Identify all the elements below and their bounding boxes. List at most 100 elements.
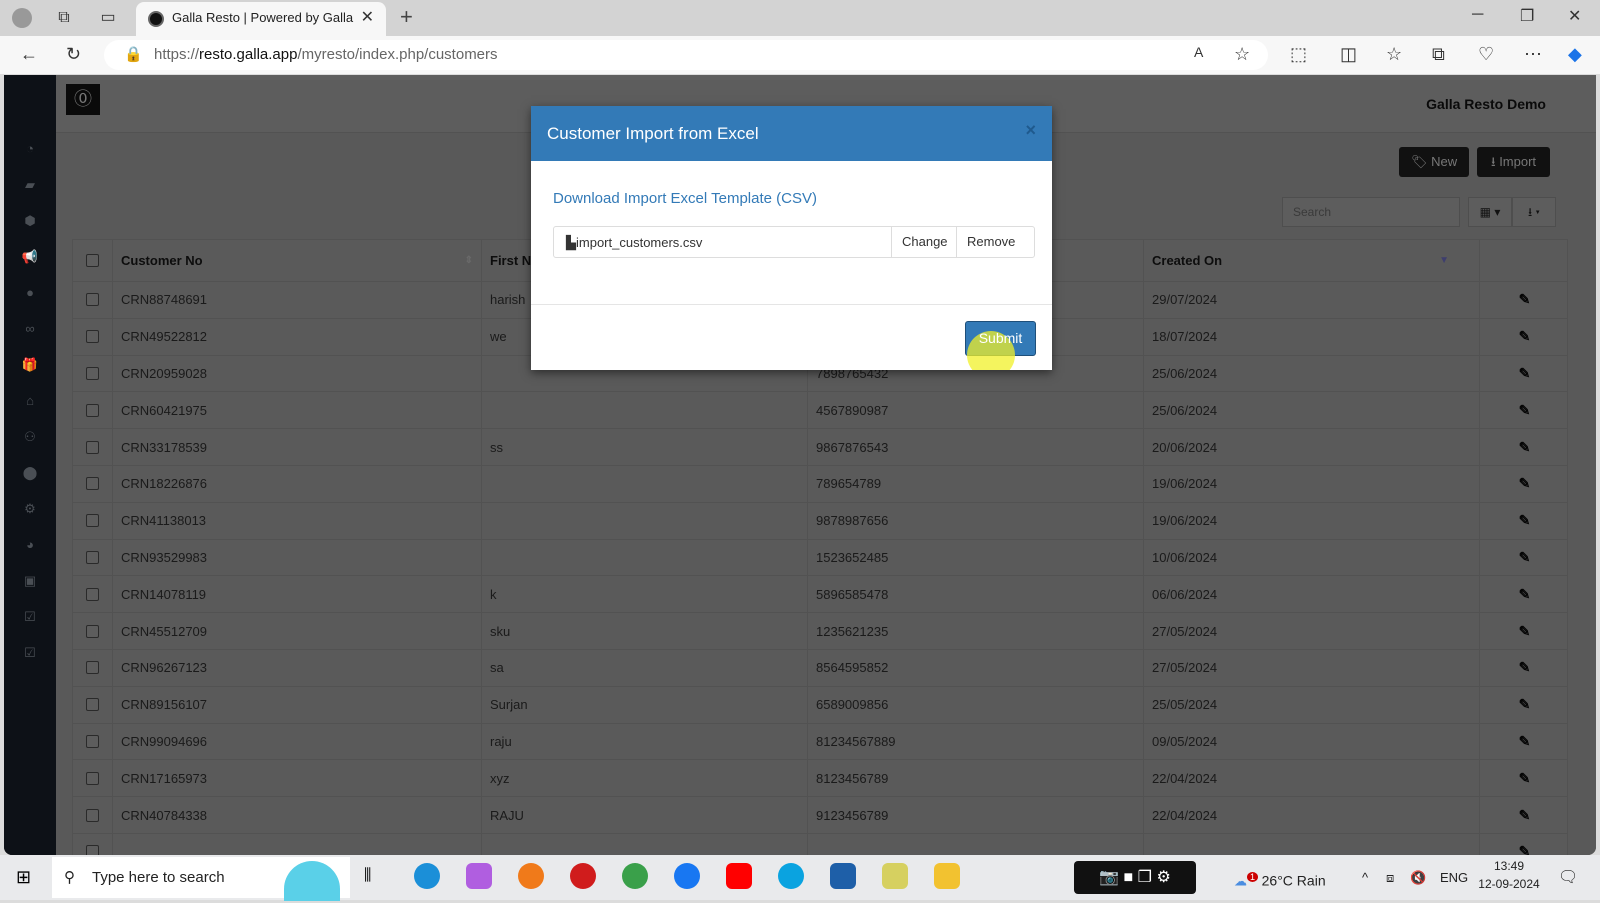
edit-icon[interactable]: ✎ (1519, 439, 1531, 456)
network-icon[interactable]: ⧈ (1386, 855, 1394, 900)
search-input[interactable]: Search (1282, 197, 1460, 227)
dashboard-icon[interactable]: ◔ (20, 141, 40, 161)
favorites-icon[interactable]: ☆ (1386, 44, 1402, 65)
edge-icon[interactable] (414, 863, 440, 889)
edit-icon[interactable]: ✎ (1519, 328, 1531, 345)
youtube-icon[interactable] (726, 863, 752, 889)
notifications-icon[interactable]: 🗨 (1558, 855, 1578, 900)
table-row[interactable]: CRN60421975 4567890987 25/06/2024 ✎ (73, 392, 1567, 430)
clock[interactable]: 13:49 12-09-2024 (1474, 859, 1544, 891)
select-all-checkbox[interactable] (86, 254, 99, 267)
skype-icon[interactable] (778, 863, 804, 889)
table-row[interactable]: CRN96267123 sa 8564595852 27/05/2024 ✎ (73, 649, 1567, 687)
read-aloud-icon[interactable]: A (1194, 44, 1203, 60)
back-icon[interactable]: ← (20, 44, 38, 65)
row-checkbox[interactable] (86, 845, 99, 855)
table-row[interactable]: CRN40784338 RAJU 9123456789 22/04/2024 ✎ (73, 797, 1567, 834)
download-template-link[interactable]: Download Import Excel Template (CSV) (553, 190, 817, 207)
cube-icon[interactable]: ⬢ (20, 213, 40, 233)
row-checkbox[interactable] (86, 661, 99, 675)
file-input[interactable]: ▙import_customers.csv Change Remove (553, 226, 1035, 258)
table-row[interactable]: CRN33178539 ss 9867876543 20/06/2024 ✎ (73, 429, 1567, 466)
workspaces-icon[interactable]: ⧉ (54, 8, 74, 28)
table-row[interactable]: CRN45512709 sku 1235621235 27/05/2024 ✎ (73, 613, 1567, 650)
edit-icon[interactable]: ✎ (1519, 696, 1531, 713)
windows-start-icon[interactable]: ⊞ (16, 867, 31, 888)
row-checkbox[interactable] (86, 293, 99, 307)
language-indicator[interactable]: ENG (1440, 855, 1468, 900)
minimize-button[interactable]: ─ (1472, 6, 1483, 24)
map-marker-icon[interactable]: ⬤ (20, 465, 40, 485)
row-checkbox[interactable] (86, 330, 99, 344)
recorder-icon[interactable] (570, 863, 596, 889)
row-checkbox[interactable] (86, 514, 99, 528)
new-button[interactable]: 🏷 New (1399, 147, 1470, 177)
tab-actions-icon[interactable]: ▭ (98, 8, 118, 28)
close-icon[interactable]: × (1025, 120, 1036, 141)
close-window-button[interactable]: ✕ (1568, 6, 1581, 26)
row-checkbox[interactable] (86, 366, 99, 380)
pie-chart-icon[interactable]: ◕ (20, 537, 40, 557)
edit-icon[interactable]: ✎ (1519, 291, 1531, 308)
submit-button[interactable]: Submit (965, 321, 1036, 370)
profile-icon[interactable] (12, 8, 32, 28)
browser-essentials-icon[interactable]: ♡ (1478, 44, 1494, 65)
edit-icon[interactable]: ✎ (1519, 733, 1531, 750)
row-checkbox[interactable] (86, 698, 99, 712)
new-tab-button[interactable]: + (400, 4, 413, 30)
row-checkbox[interactable] (86, 477, 99, 491)
edit-icon[interactable]: ✎ (1519, 402, 1531, 419)
edit-icon[interactable]: ✎ (1519, 843, 1531, 855)
handshake-icon[interactable]: ∞ (20, 321, 40, 341)
copilot-icon[interactable]: ◆ (1568, 44, 1582, 65)
header-created-on[interactable]: Created On ▼ (1143, 240, 1479, 281)
show-hidden-icons[interactable]: ^ (1362, 855, 1368, 900)
app-icon[interactable] (882, 863, 908, 889)
export-button[interactable]: ⭳ ▾ (1512, 197, 1556, 227)
change-button[interactable]: Change (891, 227, 958, 257)
chrome-icon[interactable] (622, 863, 648, 889)
header-customer-no[interactable]: Customer No ⇕ (112, 240, 481, 281)
row-checkbox[interactable] (86, 403, 99, 417)
table-row[interactable]: CRN93529983 1523652485 10/06/2024 ✎ (73, 539, 1567, 577)
collections-icon[interactable]: ⧉ (1432, 44, 1445, 65)
user-icon[interactable]: ● (20, 285, 40, 305)
logo[interactable]: ⓪ (66, 84, 100, 115)
table-row[interactable]: CRN99094696 raju 81234567889 09/05/2024 ✎ (73, 723, 1567, 761)
store-icon[interactable] (830, 863, 856, 889)
check-square-icon[interactable]: ☑ (20, 645, 40, 665)
folder-icon[interactable]: ▰ (20, 177, 40, 197)
extensions-icon[interactable]: ⬚ (1290, 44, 1307, 65)
import-button[interactable]: ⭳ Import (1477, 147, 1551, 177)
check-square-icon[interactable]: ☑ (20, 609, 40, 629)
row-checkbox[interactable] (86, 808, 99, 822)
gift-icon[interactable]: 🎁 (20, 357, 40, 377)
more-icon[interactable]: ⋯ (1524, 44, 1542, 65)
edit-icon[interactable]: ✎ (1519, 586, 1531, 603)
row-checkbox[interactable] (86, 771, 99, 785)
task-view-icon[interactable]: ⫼ (364, 867, 371, 885)
restore-button[interactable]: ❐ (1520, 6, 1534, 26)
remove-button[interactable]: Remove (956, 227, 1025, 257)
file-explorer-icon[interactable] (934, 863, 960, 889)
favorite-star-icon[interactable]: ☆ (1234, 44, 1250, 65)
copilot-app-icon[interactable] (466, 863, 492, 889)
row-checkbox[interactable] (86, 734, 99, 748)
edit-icon[interactable]: ✎ (1519, 807, 1531, 824)
close-tab-icon[interactable]: ✕ (361, 2, 374, 34)
edit-icon[interactable]: ✎ (1519, 549, 1531, 566)
table-row[interactable]: CRN14078119 k 5896585478 06/06/2024 ✎ (73, 576, 1567, 614)
table-row[interactable]: CRN41138013 9878987656 19/06/2024 ✎ (73, 502, 1567, 540)
weather-widget[interactable]: ☁ 1 26°C Rain (1234, 855, 1326, 903)
refresh-icon[interactable]: ↻ (66, 44, 81, 65)
table-row[interactable]: CRN89156107 Surjan 6589009856 25/05/2024 ✎ (73, 686, 1567, 724)
money-icon[interactable]: ▣ (20, 573, 40, 593)
taskbar-search[interactable]: ⚲ Type here to search (52, 857, 350, 901)
megaphone-icon[interactable]: 📢 (20, 249, 40, 269)
url-field[interactable]: 🔒 https://resto.galla.app/myresto/index.… (104, 40, 1268, 70)
edit-icon[interactable]: ✎ (1519, 770, 1531, 787)
table-row[interactable]: ✎ (73, 833, 1567, 855)
users-icon[interactable]: ⚇ (20, 429, 40, 449)
capture-toolbar[interactable]: 📷 ■ ❐ ⚙ (1074, 861, 1196, 894)
edit-icon[interactable]: ✎ (1519, 659, 1531, 676)
